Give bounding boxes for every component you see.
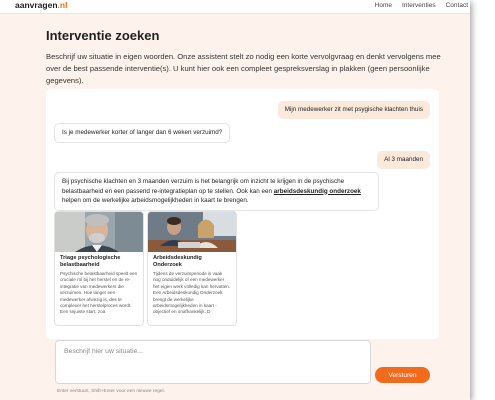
assistant-message: Bij psychische klachten en 3 maanden ver… [54, 172, 379, 211]
chat-panel: Mijn medewerker zit met psygische klacht… [46, 89, 439, 339]
message-input[interactable] [62, 346, 366, 380]
card-title: Triage psychologische belastbaarheid [60, 255, 121, 268]
card-photo-meeting [148, 212, 236, 252]
logo-tld: .nl [57, 0, 68, 10]
user-message: Al 3 maanden [377, 151, 430, 169]
page-title: Interventie zoeken [46, 28, 160, 43]
user-message: Mijn medewerker zit met psygische klacht… [277, 101, 430, 119]
browser-window: aanvragen.nl Home Interventies Contact I… [0, 0, 470, 400]
nav-home[interactable]: Home [375, 2, 392, 9]
send-button[interactable]: Versturen [375, 367, 430, 383]
intervention-link[interactable]: arbeidsdeskundig onderzoek [274, 188, 361, 195]
page-intro: Beschrijf uw situatie in eigen woorden. … [46, 52, 441, 85]
card-title: Arbeidsdeskundig Onderzoek [153, 255, 202, 268]
site-logo[interactable]: aanvragen.nl [15, 0, 67, 10]
assistant-message: Is je medewerker korter of langer dan 6 … [54, 123, 231, 143]
site-header: aanvragen.nl Home Interventies Contact [0, 0, 470, 14]
input-hint: Enter verstuurt, Shift+Enter voor een ni… [57, 389, 165, 394]
main-nav: Home Interventies Contact [375, 2, 468, 9]
nav-interventies[interactable]: Interventies [402, 2, 436, 9]
card-photo-man [55, 212, 143, 252]
message-input-box [55, 340, 371, 384]
card-description: Tijdens de verzuimperiode is vaak nog on… [153, 271, 231, 315]
intervention-card[interactable]: Triage psychologische belastbaarheid Psy… [54, 211, 144, 326]
message-text: helpen om de werkelijke arbeidsmogelijkh… [62, 197, 249, 204]
nav-contact[interactable]: Contact [446, 2, 468, 9]
card-description: Psychische belastbaarheid speelt een cru… [60, 271, 138, 315]
intervention-card[interactable]: Arbeidsdeskundig Onderzoek Tijdens de ve… [147, 211, 237, 326]
logo-name: aanvragen [15, 0, 58, 10]
